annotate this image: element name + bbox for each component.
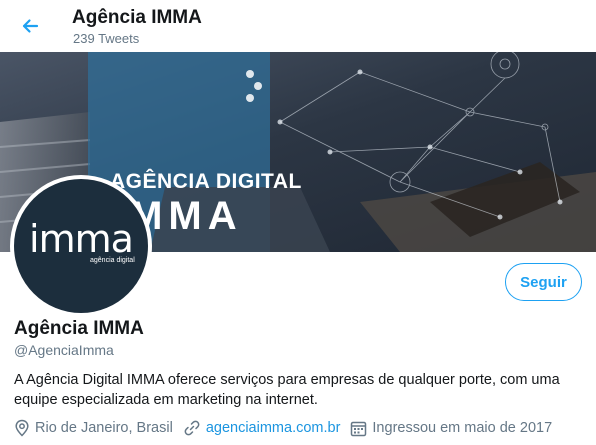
avatar[interactable]: imma agência digital	[10, 175, 152, 317]
header-title: Agência IMMA	[72, 7, 202, 28]
link-icon	[184, 420, 200, 436]
location-pin-icon	[15, 419, 29, 437]
location-text: Rio de Janeiro, Brasil	[35, 420, 173, 436]
banner-heading: AGÊNCIA DIGITAL	[110, 170, 302, 193]
profile-handle: @AgenciaImma	[14, 342, 114, 358]
arrow-left-icon	[22, 19, 39, 33]
avatar-logo-subtitle: agência digital	[90, 257, 135, 264]
calendar-icon	[351, 421, 367, 436]
profile-header-bar: Agência IMMA 239 Tweets	[0, 0, 596, 52]
follow-button[interactable]: Seguir	[505, 263, 582, 301]
profile-meta: Rio de Janeiro, Brasil agenciaimma.com.b…	[14, 418, 562, 438]
website-item: agenciaimma.com.br	[183, 419, 341, 437]
back-button[interactable]	[14, 10, 46, 42]
joined-item: Ingressou em maio de 2017	[350, 420, 552, 437]
joined-text: Ingressou em maio de 2017	[372, 420, 553, 436]
location-item: Rio de Janeiro, Brasil	[14, 419, 173, 437]
profile-bio: A Agência Digital IMMA oferece serviços …	[14, 372, 560, 408]
tweet-count: 239 Tweets	[73, 31, 140, 46]
profile-name: Agência IMMA	[14, 318, 144, 339]
website-link[interactable]: agenciaimma.com.br	[206, 420, 341, 436]
avatar-logo: imma agência digital	[14, 179, 148, 313]
avatar-logo-word: imma	[29, 217, 134, 261]
